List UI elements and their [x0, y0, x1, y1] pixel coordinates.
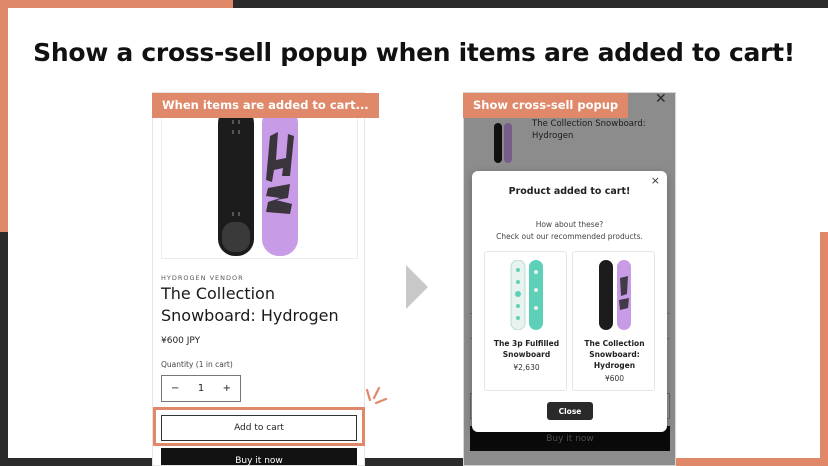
background-accent-bottom-right — [676, 458, 828, 466]
recommendation-name: The Collection Snowboard: Hydrogen — [584, 339, 645, 370]
quantity-stepper: − 1 + — [161, 375, 241, 402]
product-thumbnail — [510, 260, 543, 330]
modal-subtitle-line1: How about these? — [535, 220, 604, 229]
recommendation-price: ¥2,630 — [513, 363, 540, 372]
product-image — [161, 101, 358, 259]
recommendation-price: ¥600 — [604, 374, 625, 383]
recommendation-card[interactable]: The 3p Fulfilled Snowboard ¥2,630 — [484, 251, 567, 391]
modal-subtitle-line2: Check out our recommended products. — [496, 232, 643, 241]
buy-it-now-button[interactable]: Buy it now — [161, 448, 357, 465]
close-button[interactable]: Close — [547, 402, 593, 420]
tag-show-popup: Show cross-sell popup — [463, 93, 629, 118]
background-accent-right — [820, 232, 828, 466]
background-accent-top-left — [0, 0, 233, 8]
product-thumbnail — [599, 260, 631, 330]
decrease-quantity-button[interactable]: − — [171, 383, 179, 394]
add-to-cart-highlight — [153, 407, 365, 446]
product-title: The Collection Snowboard: Hydrogen — [161, 284, 339, 325]
background-bar-left — [0, 232, 8, 466]
recommendation-card[interactable]: The Collection Snowboard: Hydrogen ¥600 — [572, 251, 655, 391]
product-vendor: HYDROGEN VENDOR — [161, 274, 244, 282]
snowboard-image — [218, 106, 298, 256]
quantity-label: Quantity (1 in cart) — [161, 360, 233, 369]
tag-when-added: When items are added to cart... — [152, 93, 379, 118]
modal-title: Product added to cart! — [508, 186, 631, 197]
increase-quantity-button[interactable]: + — [223, 383, 231, 394]
click-spark-icon — [366, 386, 388, 405]
cross-sell-modal: × Product added to cart! How about these… — [472, 171, 667, 432]
product-price: ¥600 JPY — [161, 336, 201, 346]
quantity-value[interactable]: 1 — [198, 383, 204, 394]
headline: Show a cross-sell popup when items are a… — [33, 38, 795, 67]
arrow-right-icon — [406, 265, 428, 309]
recommendation-name: The 3p Fulfilled Snowboard — [493, 339, 560, 359]
